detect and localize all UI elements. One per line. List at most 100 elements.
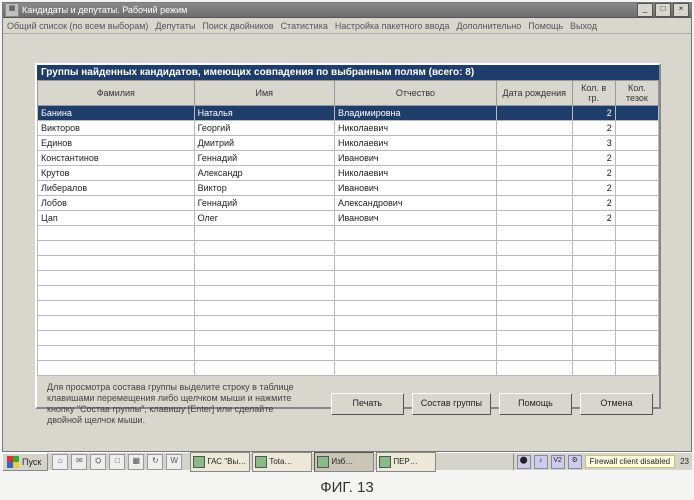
print-button[interactable]: Печать [331, 393, 404, 415]
menu-item[interactable]: Поиск двойников [202, 21, 273, 31]
table-cell [38, 331, 195, 346]
task-label: Изб… [331, 457, 353, 466]
table-row[interactable]: ВикторовГеоргийНиколаевич2 [38, 121, 659, 136]
table-row-empty[interactable] [38, 226, 659, 241]
col-lastname[interactable]: Фамилия [38, 81, 195, 106]
table-cell [496, 106, 572, 121]
table-row-empty[interactable] [38, 301, 659, 316]
col-dob[interactable]: Дата рождения [496, 81, 572, 106]
table-cell [615, 226, 658, 241]
table-row[interactable]: ЦапОлегИванович2 [38, 211, 659, 226]
table-cell [334, 256, 496, 271]
table-row-empty[interactable] [38, 346, 659, 361]
task-button[interactable]: ГАС "Вы… [190, 452, 250, 472]
table-cell [334, 301, 496, 316]
table-cell: Викторов [38, 121, 195, 136]
table-cell [38, 256, 195, 271]
table-cell [615, 151, 658, 166]
table-row[interactable]: КонстантиновГеннадийИванович2 [38, 151, 659, 166]
quick-launch-icon[interactable]: ▦ [128, 454, 144, 470]
table-cell [334, 226, 496, 241]
table-cell [615, 271, 658, 286]
table-row-empty[interactable] [38, 256, 659, 271]
table-cell [615, 331, 658, 346]
col-patronymic[interactable]: Отчество [334, 81, 496, 106]
group-contents-button[interactable]: Состав группы [412, 393, 491, 415]
quick-launch-icon[interactable]: ✉ [71, 454, 87, 470]
table-cell: Иванович [334, 181, 496, 196]
table-row[interactable]: ЛобовГеннадийАлександрович2 [38, 196, 659, 211]
table-cell [194, 226, 334, 241]
close-button[interactable]: × [673, 3, 689, 17]
col-count-tezok[interactable]: Кол. тезок [615, 81, 658, 106]
menu-item[interactable]: Помощь [528, 21, 563, 31]
col-count-group[interactable]: Кол. в гр. [572, 81, 615, 106]
table-cell [572, 331, 615, 346]
table-cell: Александрович [334, 196, 496, 211]
results-table: Фамилия Имя Отчество Дата рождения Кол. … [37, 80, 659, 376]
menu-item[interactable]: Общий список (по всем выборам) [7, 21, 148, 31]
tray-icon[interactable]: ⚙ [568, 455, 582, 469]
menu-item[interactable]: Настройка пакетного ввода [335, 21, 450, 31]
table-cell [615, 256, 658, 271]
table-cell [615, 301, 658, 316]
help-button[interactable]: Помощь [499, 393, 572, 415]
quick-launch-icon[interactable]: ⌂ [52, 454, 68, 470]
menu-item[interactable]: Депутаты [155, 21, 195, 31]
minimize-button[interactable]: _ [637, 3, 653, 17]
table-row-empty[interactable] [38, 331, 659, 346]
tray-icon[interactable]: V2 [551, 455, 565, 469]
table-cell [572, 346, 615, 361]
table-row-empty[interactable] [38, 241, 659, 256]
table-row-empty[interactable] [38, 316, 659, 331]
col-firstname[interactable]: Имя [194, 81, 334, 106]
task-button[interactable]: ПЕР… [376, 452, 436, 472]
quick-launch-icon[interactable]: □ [109, 454, 125, 470]
table-cell [194, 241, 334, 256]
table-row-empty[interactable] [38, 361, 659, 376]
table-cell [615, 121, 658, 136]
quick-launch-icon[interactable]: ↻ [147, 454, 163, 470]
table-cell [38, 226, 195, 241]
tray-icon[interactable]: ⬤ [517, 455, 531, 469]
table-cell [334, 331, 496, 346]
table-cell [334, 271, 496, 286]
firewall-tooltip: Firewall client disabled [585, 455, 675, 468]
quick-launch: ⌂ ✉ ⛭ □ ▦ ↻ W [48, 454, 186, 470]
menu-item[interactable]: Дополнительно [457, 21, 522, 31]
table-cell: Виктор [194, 181, 334, 196]
maximize-button[interactable]: □ [655, 3, 671, 17]
table-row[interactable]: ЕдиновДмитрийНиколаевич3 [38, 136, 659, 151]
table-row[interactable]: БанинаНатальяВладимировна2 [38, 106, 659, 121]
task-button[interactable]: Изб… [314, 452, 374, 472]
cancel-button[interactable]: Отмена [580, 393, 653, 415]
table-cell [38, 286, 195, 301]
table-cell [38, 361, 195, 376]
task-label: Tota… [269, 457, 292, 466]
start-button[interactable]: Пуск [2, 453, 48, 471]
menu-item[interactable]: Выход [570, 21, 597, 31]
table-cell [38, 301, 195, 316]
tray-icon[interactable]: ♪ [534, 455, 548, 469]
table-row-empty[interactable] [38, 286, 659, 301]
table-cell [572, 361, 615, 376]
table-row-empty[interactable] [38, 271, 659, 286]
found-groups-dialog: Группы найденных кандидатов, имеющих сов… [35, 63, 661, 409]
table-cell [572, 226, 615, 241]
table-cell: 2 [572, 181, 615, 196]
table-row[interactable]: КрутовАлександрНиколаевич2 [38, 166, 659, 181]
task-icon [193, 456, 205, 468]
table-cell [496, 121, 572, 136]
table-row[interactable]: ЛибераловВикторИванович2 [38, 181, 659, 196]
quick-launch-icon[interactable]: W [166, 454, 182, 470]
table-cell [496, 136, 572, 151]
table-cell [496, 316, 572, 331]
menu-item[interactable]: Статистика [281, 21, 328, 31]
task-button[interactable]: Tota… [252, 452, 312, 472]
results-table-wrap: Фамилия Имя Отчество Дата рождения Кол. … [37, 80, 659, 376]
taskbar-tasks: ГАС "Вы… Tota… Изб… ПЕР… [186, 452, 512, 472]
table-cell [194, 301, 334, 316]
table-cell [572, 301, 615, 316]
quick-launch-icon[interactable]: ⛭ [90, 454, 106, 470]
table-cell [572, 286, 615, 301]
